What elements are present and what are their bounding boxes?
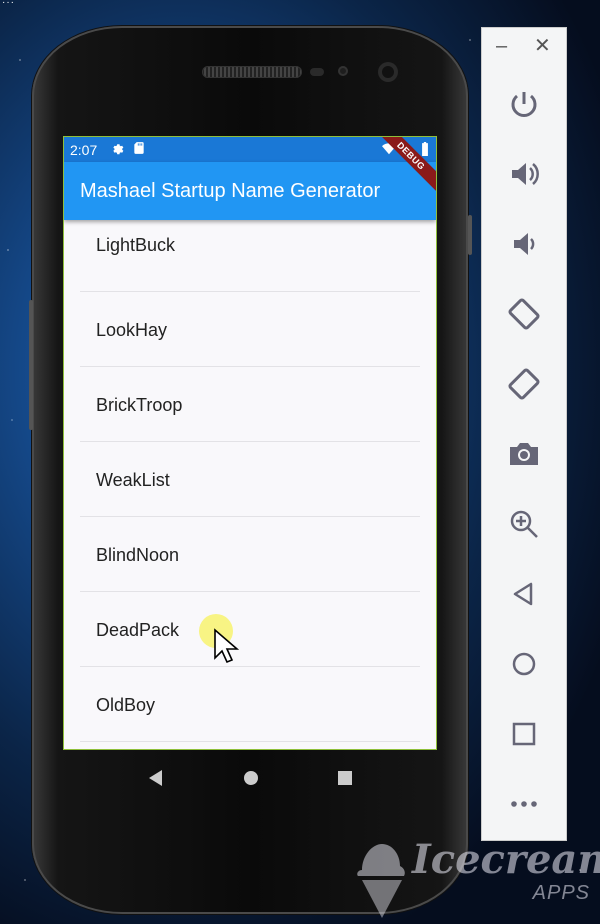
mouse-pointer-icon xyxy=(214,628,239,664)
close-icon[interactable]: ✕ xyxy=(534,36,551,56)
back-nav-icon[interactable] xyxy=(146,768,166,788)
list-item[interactable]: WeakList xyxy=(80,442,420,517)
camera-icon xyxy=(510,443,538,465)
overview-nav-icon[interactable] xyxy=(335,768,355,788)
home-icon xyxy=(512,652,536,676)
light-sensor xyxy=(338,66,348,76)
list-item[interactable]: LightBuck xyxy=(80,217,420,292)
rotate-left-button[interactable] xyxy=(506,296,542,332)
list-item[interactable]: BrickTroop xyxy=(80,367,420,442)
sd-card-icon xyxy=(134,142,144,154)
volume-up-button[interactable] xyxy=(506,156,542,192)
home-nav-icon[interactable] xyxy=(241,768,261,788)
rotate-left-icon xyxy=(508,298,540,330)
proximity-sensor xyxy=(310,68,324,76)
front-camera xyxy=(378,62,398,82)
rotate-right-icon xyxy=(508,368,540,400)
volume-down-button[interactable] xyxy=(506,226,542,262)
home-button[interactable] xyxy=(506,646,542,682)
emulator-control-panel: – ✕ xyxy=(482,28,566,840)
more-icon xyxy=(511,801,537,807)
volume-up-icon xyxy=(512,163,539,185)
volume-rocker xyxy=(29,300,33,430)
settings-icon xyxy=(113,144,124,155)
minimize-icon[interactable]: – xyxy=(496,36,507,56)
status-time: 2:07 xyxy=(70,142,98,158)
zoom-icon xyxy=(510,510,538,538)
overview-button[interactable] xyxy=(506,716,542,752)
power-side-button xyxy=(468,215,472,255)
list-item[interactable]: DeadPack xyxy=(80,592,420,667)
app-bar: Mashael Startup Name Generator xyxy=(64,162,436,220)
earpiece-speaker xyxy=(202,66,302,78)
app-title: Mashael Startup Name Generator xyxy=(80,180,381,202)
list-item[interactable]: LookHay xyxy=(80,292,420,367)
battery-icon xyxy=(422,142,428,156)
list-item[interactable]: OldBoy xyxy=(80,667,420,742)
watermark-name: Icecream xyxy=(412,836,600,883)
screenshot-button[interactable] xyxy=(506,436,542,472)
watermark-sub: APPS xyxy=(532,882,590,904)
device-screen: 2:07 DEBUG Mashael Startup Name Generato… xyxy=(63,136,437,750)
rotate-right-button[interactable] xyxy=(506,366,542,402)
back-icon xyxy=(513,582,533,606)
power-button[interactable] xyxy=(506,86,542,122)
zoom-button[interactable] xyxy=(506,506,542,542)
overview-icon xyxy=(512,722,536,746)
power-icon xyxy=(511,92,537,117)
more-button[interactable] xyxy=(506,786,542,822)
back-button[interactable] xyxy=(506,576,542,612)
window-grip-dots: ··· xyxy=(2,0,15,8)
ice-cream-logo-icon xyxy=(357,844,405,918)
name-list[interactable]: LightBuck LookHay BrickTroop WeakList Bl… xyxy=(64,220,436,749)
status-bar: 2:07 xyxy=(64,137,436,162)
list-item[interactable]: BlindNoon xyxy=(80,517,420,592)
volume-down-icon xyxy=(514,233,535,255)
icecream-apps-watermark: Icecream APPS xyxy=(352,836,600,920)
